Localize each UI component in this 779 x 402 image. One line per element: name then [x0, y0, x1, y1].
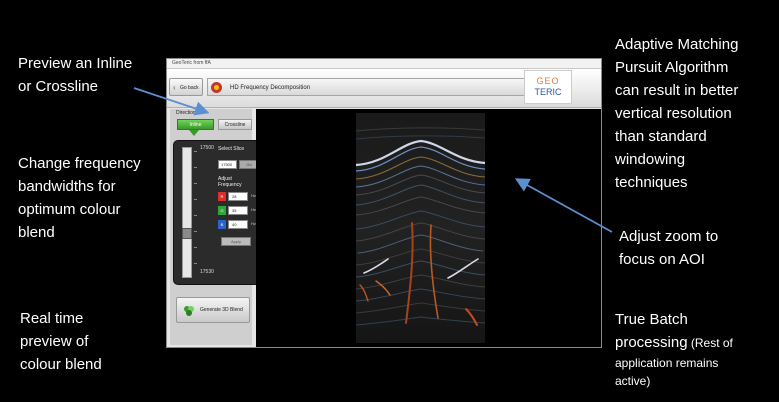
- generate-3d-blend-button[interactable]: Generate 3D Blend: [176, 297, 250, 323]
- seismic-viewer[interactable]: [256, 109, 601, 347]
- slider-tick: [194, 167, 197, 168]
- blue-frequency-input[interactable]: 40: [228, 220, 248, 229]
- green-frequency-input[interactable]: 35: [228, 206, 248, 215]
- direction-label: Direction: [176, 110, 196, 116]
- seismic-blend-image: [356, 113, 485, 343]
- slider-tick: [194, 183, 197, 184]
- app-title: HD Frequency Decomposition: [230, 85, 311, 91]
- sidebar: Direction Inline Crossline 17500 17530 S…: [170, 109, 265, 345]
- slider-max-value: 17500: [200, 145, 214, 151]
- slice-slider-thumb[interactable]: [182, 228, 192, 239]
- window-titlebar: GeoTeric from ffA: [167, 59, 601, 69]
- selection-pointer: [189, 130, 199, 136]
- slider-tick: [194, 199, 197, 200]
- slice-input[interactable]: 17500: [218, 160, 237, 169]
- app-title-bar: HD Frequency Decomposition: [207, 78, 527, 96]
- callout-zoom: Adjust zoom to focus on AOI: [619, 228, 719, 268]
- blend-circles-icon: [184, 306, 194, 316]
- inline-button[interactable]: Inline: [177, 119, 214, 130]
- app-header: ‹ Go back HD Frequency Decomposition GEO…: [167, 69, 601, 108]
- chevron-left-icon: ‹: [173, 83, 176, 92]
- slider-tick: [194, 231, 197, 232]
- callout-batch: True Batch processing (Rest of applicati…: [615, 311, 733, 388]
- slider-tick: [194, 247, 197, 248]
- geoteric-logo: GEO TERIC: [524, 70, 572, 104]
- adjust-frequency-label: Adjust Frequency: [218, 176, 242, 188]
- go-back-button[interactable]: ‹ Go back: [169, 78, 203, 96]
- select-slice-label: Select Slice: [218, 146, 245, 152]
- callout-preview: Preview an Inline or Crossline: [18, 55, 133, 95]
- app-window: GeoTeric from ffA ‹ Go back HD Frequency…: [166, 58, 602, 348]
- crossline-button[interactable]: Crossline: [218, 119, 252, 130]
- seismic-section-image[interactable]: [356, 113, 485, 343]
- red-channel-swatch: R: [218, 192, 226, 201]
- callout-frequency: Change frequency bandwidths for optimum …: [18, 155, 141, 241]
- callout-adaptive: Adaptive Matching Pursuit Algorithm can …: [615, 36, 739, 191]
- control-panel: 17500 17530 Select Slice 17500 Go Adjust…: [173, 140, 265, 285]
- blue-channel-swatch: B: [218, 220, 226, 229]
- red-frequency-input[interactable]: 28: [228, 192, 248, 201]
- slider-tick: [194, 263, 197, 264]
- slider-tick: [194, 151, 197, 152]
- callout-realtime: Real time preview of colour blend: [20, 310, 102, 373]
- apply-frequency-button[interactable]: Apply: [221, 237, 251, 246]
- slice-slider[interactable]: [182, 147, 192, 278]
- slider-tick: [194, 215, 197, 216]
- green-channel-swatch: G: [218, 206, 226, 215]
- frequency-decomposition-icon: [211, 82, 222, 93]
- slider-min-value: 17530: [200, 269, 214, 275]
